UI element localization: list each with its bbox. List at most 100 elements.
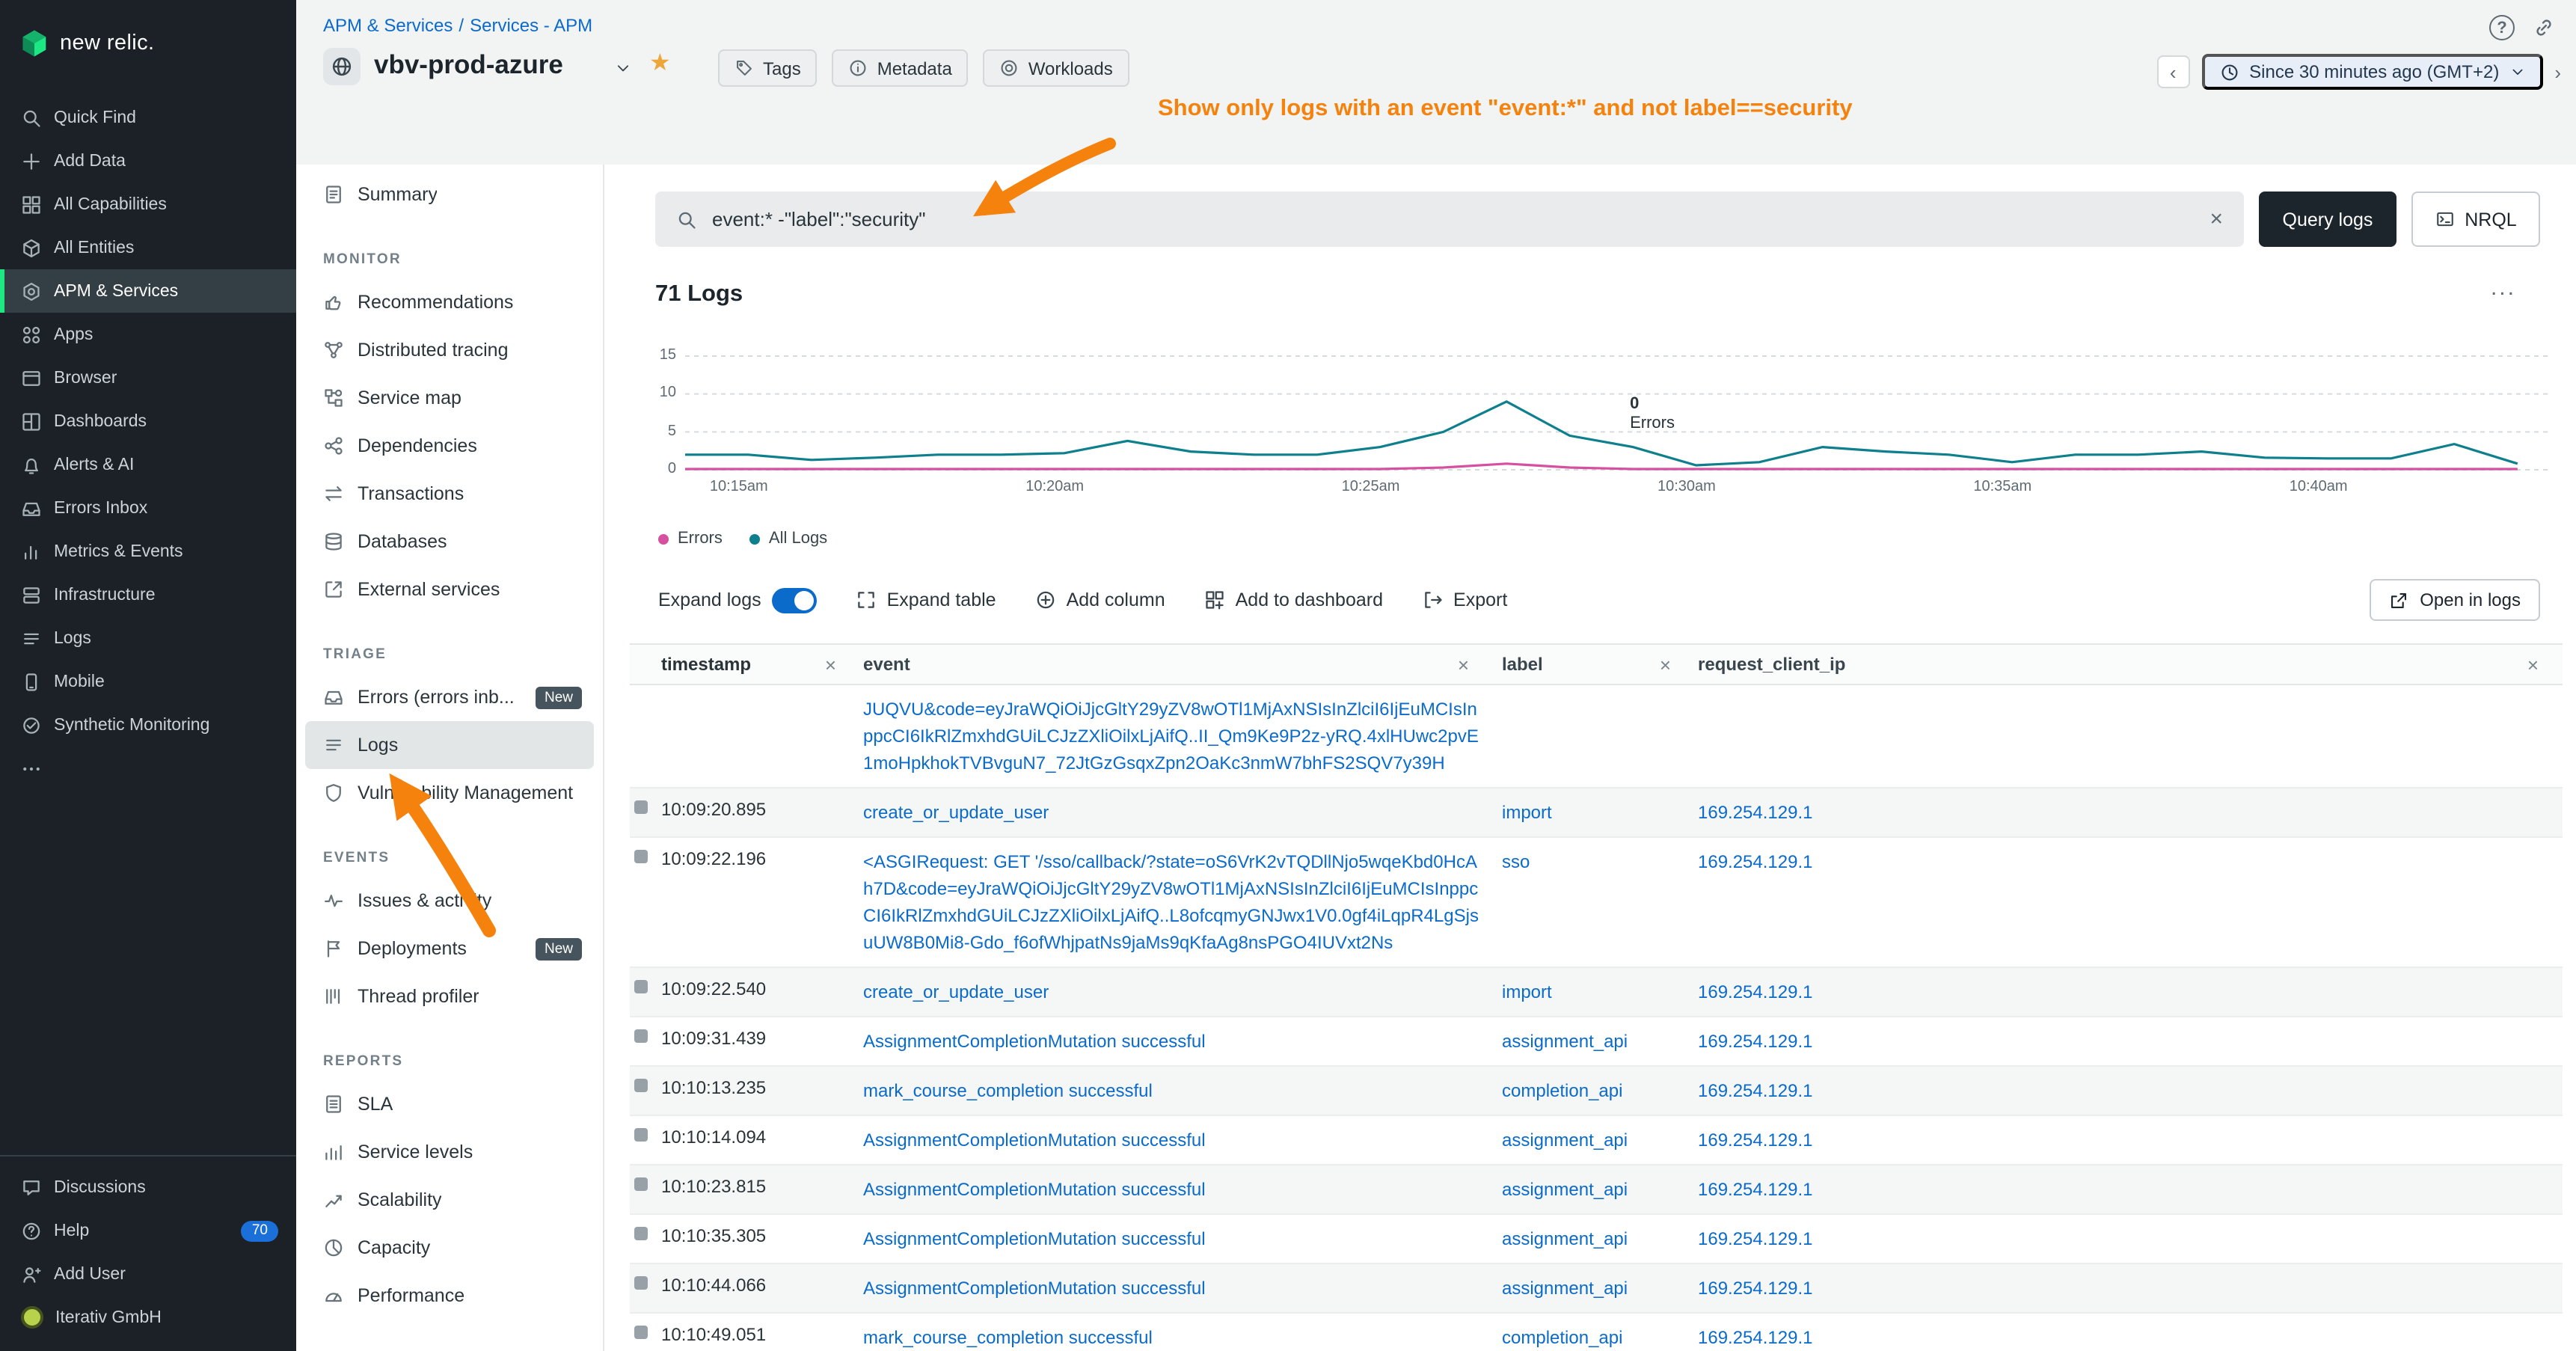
sidebar-item-errors-inbox[interactable]: Errors Inbox (0, 486, 296, 530)
label-link[interactable]: completion_api (1502, 1080, 1622, 1101)
sidebar-footer-item-add-user[interactable]: Add User (0, 1252, 296, 1296)
sidebar-item-metrics-events[interactable]: Metrics & Events (0, 530, 296, 573)
permalink-icon[interactable] (2533, 16, 2555, 39)
label-link[interactable]: assignment_api (1502, 1228, 1628, 1249)
row-checkbox-icon[interactable] (634, 850, 648, 863)
row-handle[interactable] (630, 1017, 658, 1043)
ip-link[interactable]: 169.254.129.1 (1698, 1179, 1813, 1200)
breadcrumb-apm-services[interactable]: APM & Services (323, 15, 453, 36)
subnav-performance[interactable]: Performance (305, 1272, 594, 1320)
sidebar-item-dashboards[interactable]: Dashboards (0, 399, 296, 443)
event-link[interactable]: AssignmentCompletionMutation successful (863, 1228, 1206, 1249)
row-handle[interactable] (630, 1215, 658, 1240)
event-link[interactable]: JUQVU&code=eyJraWQiOiJjcGltY29yZV8wOTl1M… (863, 699, 1479, 773)
logs-timeseries-chart[interactable]: 0 Errors 15105010:15am10:20am10:25am10:3… (655, 332, 2576, 518)
subnav-distributed-tracing[interactable]: Distributed tracing (305, 326, 594, 374)
ip-link[interactable]: 169.254.129.1 (1698, 1130, 1813, 1151)
ip-link[interactable]: 169.254.129.1 (1698, 1327, 1813, 1348)
add-to-dashboard-button[interactable]: Add to dashboard (1204, 589, 1383, 610)
subnav-thread-profiler[interactable]: Thread profiler (305, 972, 594, 1020)
event-link[interactable]: AssignmentCompletionMutation successful (863, 1179, 1206, 1200)
subnav-vulnerability-management[interactable]: Vulnerability Management (305, 769, 594, 817)
table-row[interactable]: 10:09:22.540 create_or_update_user impor… (630, 968, 2563, 1017)
expand-table-button[interactable]: Expand table (856, 589, 996, 610)
legend-errors[interactable]: Errors (658, 530, 723, 548)
table-row[interactable]: 10:10:13.235 mark_course_completion succ… (630, 1067, 2563, 1116)
entity-title[interactable]: vbv-prod-azure (374, 49, 563, 81)
remove-event-column-icon[interactable]: × (1458, 655, 1481, 674)
sidebar-item-apm-services[interactable]: APM & Services (0, 269, 296, 313)
sidebar-item-logs[interactable]: Logs (0, 616, 296, 660)
subnav-capacity[interactable]: Capacity (305, 1224, 594, 1272)
sidebar-footer-item-discussions[interactable]: Discussions (0, 1165, 296, 1209)
breadcrumb-services-apm[interactable]: Services - APM (470, 15, 592, 36)
table-row[interactable]: JUQVU&code=eyJraWQiOiJjcGltY29yZV8wOTl1M… (630, 685, 2563, 788)
subnav-deployments[interactable]: Deployments New (305, 925, 594, 972)
remove-ip-column-icon[interactable]: × (2527, 655, 2551, 674)
time-forward-button[interactable]: › (2554, 61, 2561, 83)
nrql-button[interactable]: NRQL (2411, 192, 2540, 247)
label-link[interactable]: import (1502, 981, 1552, 1002)
ip-link[interactable]: 169.254.129.1 (1698, 1278, 1813, 1299)
label-link[interactable]: assignment_api (1502, 1179, 1628, 1200)
ip-link[interactable]: 169.254.129.1 (1698, 1031, 1813, 1052)
sidebar-item-mobile[interactable]: Mobile (0, 660, 296, 703)
row-checkbox-icon[interactable] (634, 1276, 648, 1290)
log-query-input[interactable] (712, 208, 2195, 230)
row-handle[interactable] (630, 968, 658, 993)
sidebar-item-apps[interactable]: Apps (0, 313, 296, 356)
event-link[interactable]: mark_course_completion successful (863, 1080, 1153, 1101)
row-checkbox-icon[interactable] (634, 800, 648, 814)
time-back-button[interactable]: ‹ (2156, 55, 2189, 88)
row-handle[interactable] (630, 1314, 658, 1339)
subnav-service-map[interactable]: Service map (305, 374, 594, 422)
sidebar-footer-item-help[interactable]: Help 70 (0, 1209, 296, 1252)
ip-link[interactable]: 169.254.129.1 (1698, 1228, 1813, 1249)
row-handle[interactable] (630, 1116, 658, 1142)
label-link[interactable]: sso (1502, 851, 1530, 872)
subnav-issues-activity[interactable]: Issues & activity (305, 877, 594, 925)
ip-link[interactable]: 169.254.129.1 (1698, 981, 1813, 1002)
table-row[interactable]: 10:10:44.066 AssignmentCompletionMutatio… (630, 1264, 2563, 1314)
row-checkbox-icon[interactable] (634, 1177, 648, 1191)
time-range-picker[interactable]: Since 30 minutes ago (GMT+2) (2201, 54, 2542, 90)
subnav-external-services[interactable]: External services (305, 566, 594, 613)
row-handle[interactable] (630, 788, 658, 814)
table-row[interactable]: 10:09:20.895 create_or_update_user impor… (630, 788, 2563, 838)
chip-tags[interactable]: Tags (718, 49, 818, 87)
logo[interactable]: new relic. (0, 0, 296, 66)
ip-link[interactable]: 169.254.129.1 (1698, 1080, 1813, 1101)
sidebar-item-all-entities[interactable]: All Entities (0, 226, 296, 269)
sidebar-item-infrastructure[interactable]: Infrastructure (0, 573, 296, 616)
table-row[interactable]: 10:10:23.815 AssignmentCompletionMutatio… (630, 1165, 2563, 1215)
row-checkbox-icon[interactable] (634, 1079, 648, 1092)
subnav-triage[interactable]: TRIAGE (305, 613, 594, 673)
row-handle[interactable] (630, 1165, 658, 1191)
row-handle[interactable] (630, 1264, 658, 1290)
label-link[interactable]: assignment_api (1502, 1130, 1628, 1151)
legend-all-logs[interactable]: All Logs (749, 530, 827, 548)
sidebar-footer-item-iterativ-gmbh[interactable]: Iterativ GmbH (0, 1296, 296, 1339)
label-link[interactable]: assignment_api (1502, 1031, 1628, 1052)
row-handle[interactable] (630, 1067, 658, 1092)
subnav-summary[interactable]: Summary (305, 171, 594, 218)
sidebar-item-browser[interactable]: Browser (0, 356, 296, 399)
subnav-logs[interactable]: Logs (305, 721, 594, 769)
row-handle[interactable] (630, 685, 658, 697)
row-checkbox-icon[interactable] (634, 1128, 648, 1142)
event-link[interactable]: create_or_update_user (863, 802, 1049, 823)
subnav-reports[interactable]: REPORTS (305, 1020, 594, 1080)
subnav-recommendations[interactable]: Recommendations (305, 278, 594, 326)
event-link[interactable]: AssignmentCompletionMutation successful (863, 1031, 1206, 1052)
log-query-box[interactable]: × (655, 192, 2244, 247)
entity-switcher-chevron-icon[interactable] (615, 60, 631, 76)
ip-link[interactable]: 169.254.129.1 (1698, 802, 1813, 823)
open-in-logs-button[interactable]: Open in logs (2369, 579, 2540, 621)
sidebar-item-synthetic-monitoring[interactable]: Synthetic Monitoring (0, 703, 296, 747)
favorite-star-icon[interactable]: ★ (649, 48, 671, 78)
table-row[interactable]: 10:10:35.305 AssignmentCompletionMutatio… (630, 1215, 2563, 1264)
sidebar-item-quick-find[interactable]: Quick Find (0, 96, 296, 139)
export-button[interactable]: Export (1422, 589, 1507, 610)
row-checkbox-icon[interactable] (634, 1029, 648, 1043)
subnav-events[interactable]: EVENTS (305, 817, 594, 877)
